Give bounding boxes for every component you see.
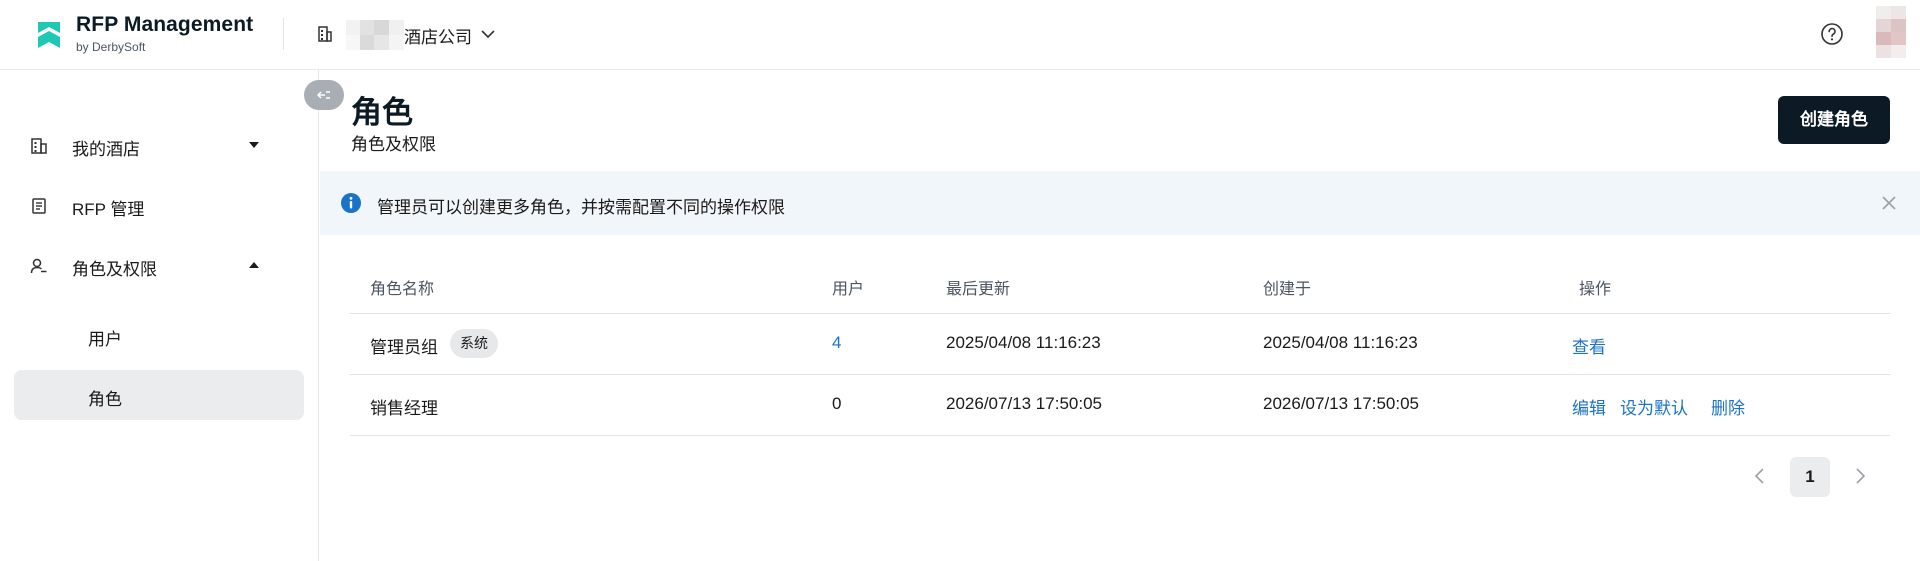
created-at: 2026/07/13 17:50:05 xyxy=(1263,394,1419,413)
pagination-page-current[interactable]: 1 xyxy=(1790,457,1830,497)
sidebar-item-roles-permissions[interactable]: 角色及权限 xyxy=(14,240,304,290)
app-title: RFP Management xyxy=(76,13,254,36)
sidebar-collapse-button[interactable] xyxy=(304,80,344,110)
caret-down-icon[interactable] xyxy=(248,141,260,149)
top-header: RFP Management by DerbySoft 酒店公司 xyxy=(0,0,1920,70)
column-header-role-name[interactable]: 角色名称 xyxy=(370,275,434,299)
page-subtitle: 角色及权限 xyxy=(351,135,436,154)
last-updated: 2026/07/13 17:50:05 xyxy=(946,394,1102,413)
sidebar-subitem-users[interactable]: 用户 xyxy=(14,310,304,360)
user-count: 0 xyxy=(832,394,842,413)
pagination-next-icon[interactable] xyxy=(1852,466,1868,486)
sidebar-item-rfp-management[interactable]: RFP 管理 xyxy=(14,180,304,230)
sidebar: 我的酒店 RFP 管理 角色及权限 用户 角色 xyxy=(0,70,319,561)
create-role-button[interactable]: 创建角色 xyxy=(1778,96,1890,144)
org-name-redacted xyxy=(346,20,404,50)
app-subtitle: by DerbySoft xyxy=(76,40,146,54)
column-header-actions: 操作 xyxy=(1579,281,1612,298)
header-divider xyxy=(283,18,284,50)
sidebar-subitem-label: 用户 xyxy=(88,330,122,349)
role-name: 管理员组 xyxy=(370,338,438,357)
chevron-down-icon[interactable] xyxy=(480,28,496,40)
org-selector[interactable]: 酒店公司 xyxy=(404,23,472,48)
system-badge: 系统 xyxy=(450,329,498,358)
set-default-button[interactable]: 设为默认 xyxy=(1620,394,1688,419)
derbysoft-logo-icon[interactable] xyxy=(36,20,62,50)
table-row: 管理员组 系统 4 2025/04/08 11:16:23 2025/04/08… xyxy=(350,314,1890,375)
sidebar-item-my-hotels[interactable]: 我的酒店 xyxy=(14,120,304,170)
column-header-users[interactable]: 用户 xyxy=(832,275,864,299)
sidebar-item-label: RFP 管理 xyxy=(72,200,145,219)
user-permission-icon xyxy=(30,258,47,274)
delete-button[interactable]: 删除 xyxy=(1711,394,1745,419)
info-banner-text: 管理员可以创建更多角色，并按需配置不同的操作权限 xyxy=(377,198,785,217)
user-count-link[interactable]: 4 xyxy=(832,333,841,353)
building-icon xyxy=(31,138,47,154)
role-name: 销售经理 xyxy=(370,399,438,418)
sidebar-subitem-label: 角色 xyxy=(88,390,122,409)
last-updated: 2025/04/08 11:16:23 xyxy=(946,333,1101,352)
table-row: 销售经理 0 2026/07/13 17:50:05 2026/07/13 17… xyxy=(350,375,1890,436)
caret-up-icon[interactable] xyxy=(248,261,260,269)
column-header-last-updated[interactable]: 最后更新 xyxy=(946,275,1010,299)
view-button[interactable]: 查看 xyxy=(1572,333,1606,358)
edit-button[interactable]: 编辑 xyxy=(1572,394,1606,419)
collapse-arrow-icon xyxy=(317,91,330,99)
sidebar-subitem-roles[interactable]: 角色 xyxy=(14,370,304,420)
building-icon xyxy=(318,26,332,42)
pagination-prev-icon[interactable] xyxy=(1752,466,1768,486)
column-header-created-at[interactable]: 创建于 xyxy=(1263,275,1311,299)
info-icon xyxy=(341,193,361,213)
table-header: 角色名称 用户 最后更新 创建于 操作 xyxy=(350,258,1890,314)
document-icon xyxy=(32,198,46,214)
close-icon[interactable] xyxy=(1881,195,1897,211)
help-icon[interactable] xyxy=(1820,22,1844,46)
sidebar-item-label: 角色及权限 xyxy=(72,260,157,279)
avatar[interactable] xyxy=(1876,6,1906,58)
page-title: 角色 xyxy=(351,95,413,130)
created-at: 2025/04/08 11:16:23 xyxy=(1263,333,1418,352)
info-banner: 管理员可以创建更多角色，并按需配置不同的操作权限 xyxy=(320,171,1920,235)
sidebar-item-label: 我的酒店 xyxy=(72,140,140,159)
